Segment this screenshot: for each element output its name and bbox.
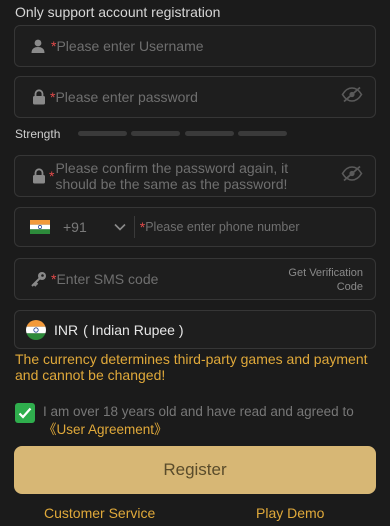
page-heading: Only support account registration bbox=[15, 4, 221, 20]
india-flag bbox=[30, 220, 50, 234]
lock-icon bbox=[30, 88, 48, 106]
strength-segment bbox=[185, 131, 234, 136]
password-placeholder: Please enter password bbox=[55, 89, 198, 105]
password-field[interactable]: * Please enter password bbox=[14, 76, 376, 118]
get-code-line2: Code bbox=[336, 281, 363, 293]
play-demo-link[interactable]: Play Demo bbox=[256, 505, 324, 521]
currency-field[interactable]: INR ( Indian Rupee ) bbox=[14, 310, 376, 349]
chevron-down-icon[interactable] bbox=[114, 223, 126, 231]
eye-off-icon[interactable] bbox=[341, 86, 363, 108]
confirm-password-required-mark: * bbox=[49, 168, 55, 184]
user-icon bbox=[29, 37, 47, 55]
currency-code: INR bbox=[54, 321, 79, 338]
strength-segment bbox=[238, 131, 287, 136]
india-flag-round bbox=[26, 319, 46, 340]
get-verification-code-button[interactable]: Get Verification Code bbox=[288, 266, 363, 294]
phone-divider bbox=[133, 216, 135, 238]
strength-label: Strength bbox=[15, 127, 61, 141]
agreement-checkbox[interactable] bbox=[15, 403, 35, 423]
confirm-password-placeholder-line1: Please confirm the password again, it bbox=[55, 160, 289, 176]
register-button[interactable]: Register bbox=[14, 446, 376, 494]
phone-placeholder: Please enter phone number bbox=[145, 220, 300, 234]
strength-segment bbox=[78, 131, 127, 136]
currency-name: ( Indian Rupee ) bbox=[83, 321, 184, 338]
confirm-password-placeholder-line2: should be the same as the password! bbox=[55, 176, 288, 192]
user-agreement-link[interactable]: 《User Agreement》 bbox=[43, 418, 168, 438]
confirm-password-field[interactable]: * Please confirm the password again, it … bbox=[14, 155, 376, 197]
customer-service-link[interactable]: Customer Service bbox=[44, 505, 155, 521]
lock-icon bbox=[30, 167, 48, 185]
check-icon bbox=[18, 407, 32, 419]
username-placeholder: Please enter Username bbox=[56, 38, 204, 54]
phone-field[interactable]: +91 * Please enter phone number bbox=[14, 207, 376, 247]
strength-segment bbox=[131, 131, 180, 136]
username-field[interactable]: * Please enter Username bbox=[14, 25, 376, 67]
eye-off-icon[interactable] bbox=[341, 165, 363, 187]
country-code[interactable]: +91 bbox=[63, 219, 87, 235]
get-code-line1: Get Verification bbox=[288, 267, 363, 279]
sms-placeholder: Enter SMS code bbox=[56, 271, 159, 287]
key-icon bbox=[30, 270, 48, 288]
sms-code-field[interactable]: * Enter SMS code Get Verification Code bbox=[14, 258, 376, 300]
currency-notice: The currency determines third-party game… bbox=[15, 351, 368, 383]
